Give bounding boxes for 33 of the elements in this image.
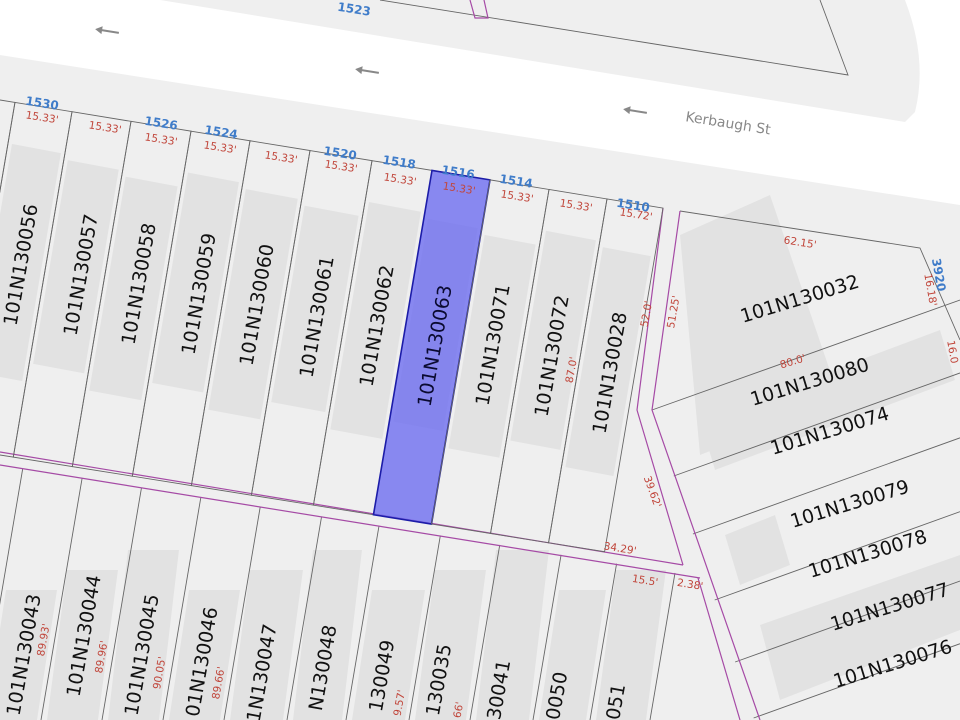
parcel-id-label: 051	[602, 682, 630, 720]
arrow-icon	[355, 66, 379, 74]
dimension-label: 15.33'	[144, 131, 178, 148]
address-number: 1518	[382, 152, 417, 172]
dimension-label: 15.33'	[558, 197, 594, 214]
arrow-icon	[623, 106, 647, 114]
dimension-label: 15.33'	[264, 149, 298, 166]
dimension-label: 15.33'	[500, 188, 534, 206]
dimension-label: 15.5'	[631, 572, 659, 589]
address-number: 1526	[144, 114, 179, 133]
dimension-label: 34.29'	[602, 540, 638, 558]
address-number: 1516	[440, 162, 476, 182]
dimension-label: 66'	[452, 700, 466, 720]
arrow-icon	[95, 26, 119, 34]
parcel-id-label: N130048	[304, 623, 342, 712]
dimension-label: 16.0	[944, 339, 960, 365]
dimension-label: 15.33'	[88, 119, 122, 136]
dimension-label: 62.15'	[782, 234, 818, 252]
dimension-label: 15.33'	[442, 180, 476, 198]
address-number: 1524	[204, 122, 239, 142]
street-name: Kerbaugh St	[684, 109, 772, 138]
parcel-id-label: 30041	[483, 658, 516, 720]
dimension-label: 52.0'	[638, 300, 656, 328]
dimension-label: 51.25'	[665, 294, 683, 330]
dimension-label: 2.38'	[676, 576, 704, 593]
address-number: 1523	[336, 0, 372, 19]
dimension-label: 15.33'	[382, 171, 418, 188]
parcel-id-label: 0050	[542, 670, 572, 720]
dimension-label: 15.33'	[202, 139, 238, 156]
dimension-label: 9.57'	[392, 689, 408, 717]
address-number: 1514	[498, 172, 534, 191]
dimension-label: 15.33'	[24, 109, 60, 126]
dimension-label: 15.33'	[324, 158, 358, 176]
